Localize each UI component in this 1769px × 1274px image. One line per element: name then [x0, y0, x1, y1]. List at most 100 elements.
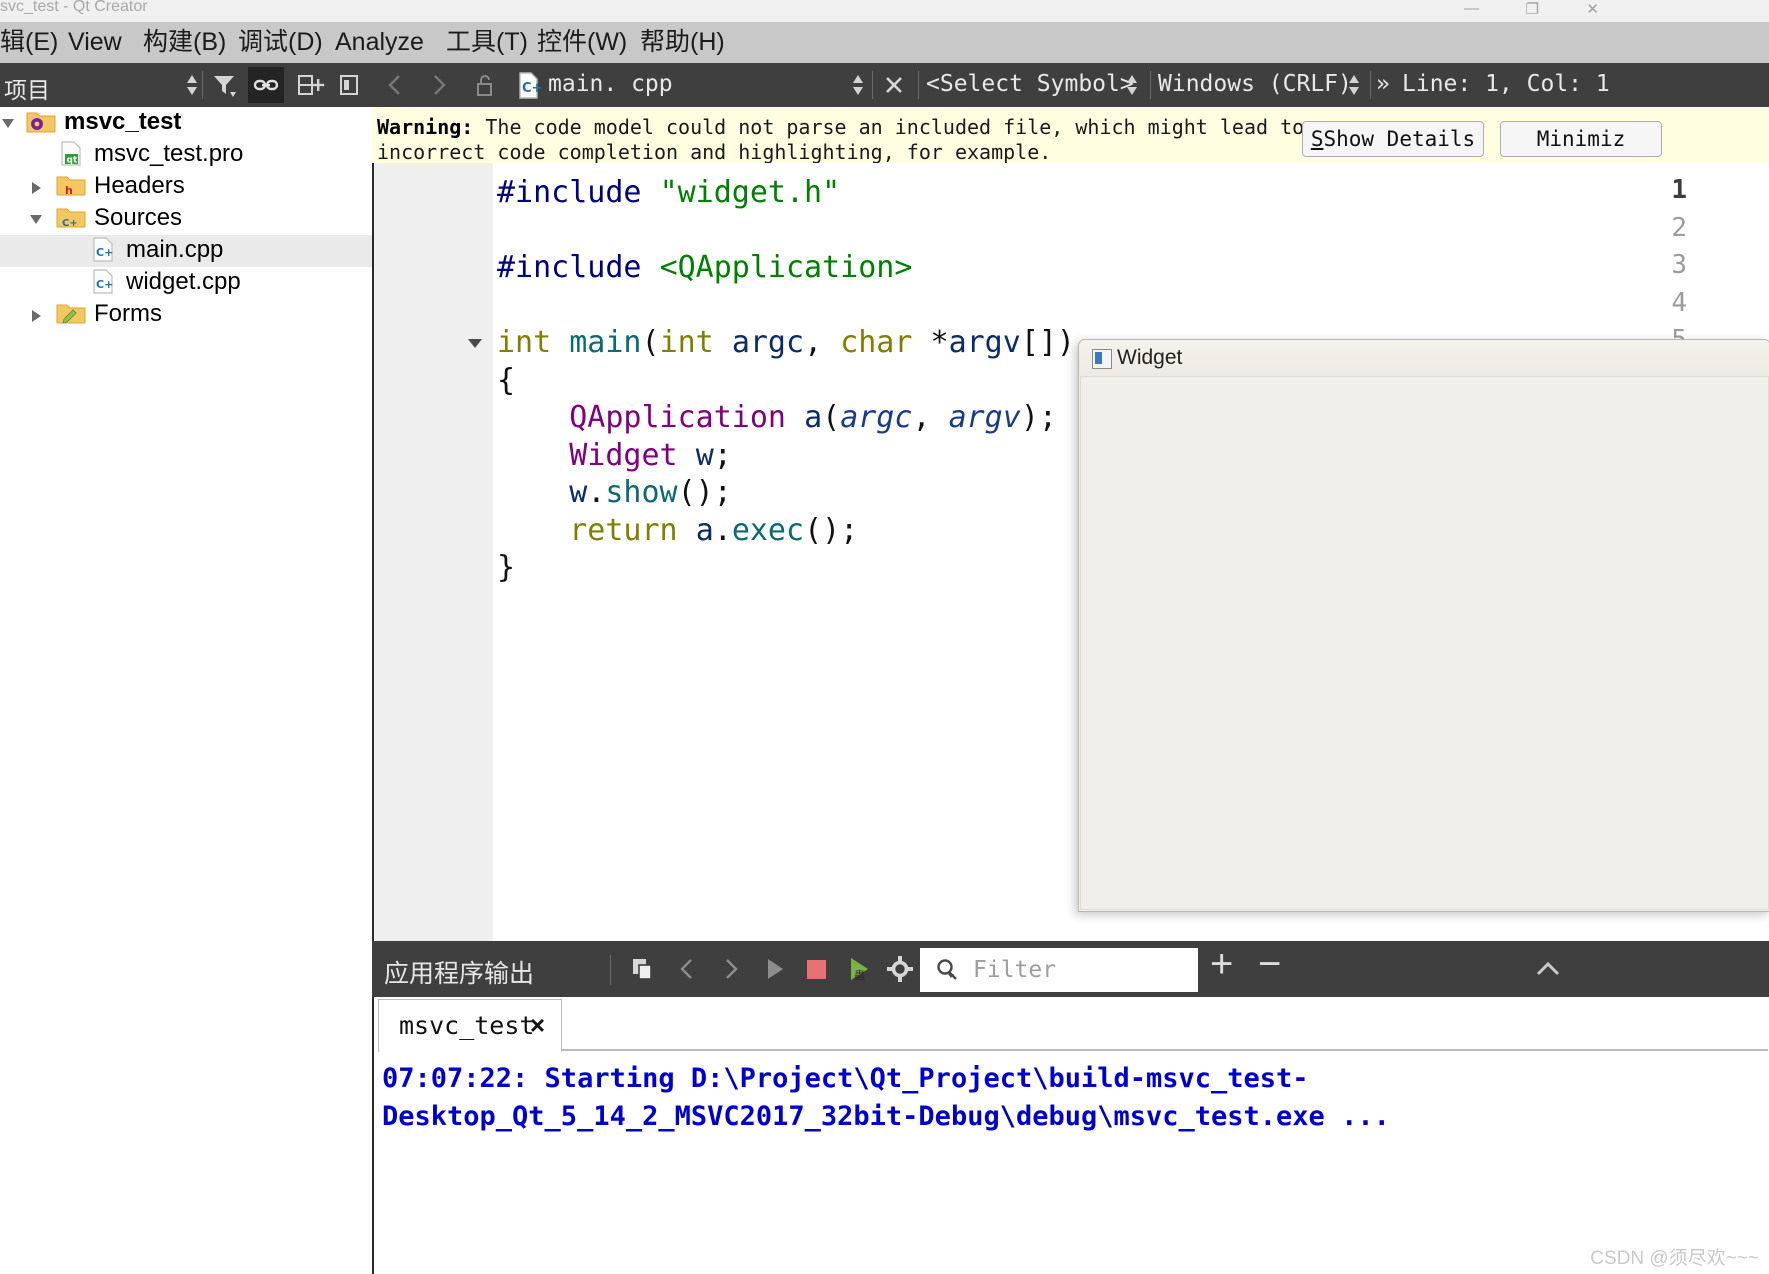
menu-view[interactable]: View — [68, 22, 122, 63]
close-document-icon[interactable] — [878, 69, 910, 101]
tree-item-msvc-test[interactable]: msvc_test — [0, 107, 372, 139]
menu-tools[interactable]: 工具(T) — [446, 22, 528, 63]
fold-toggle-icon[interactable] — [468, 339, 482, 348]
code-line[interactable]: w.show(); — [497, 475, 732, 510]
toolbar-overflow-button[interactable]: » — [1376, 71, 1390, 97]
code-line[interactable]: } — [497, 550, 515, 585]
close-split-icon[interactable] — [333, 69, 365, 101]
code-token — [497, 475, 569, 510]
output-filter-box[interactable]: Filter — [920, 948, 1198, 992]
menu-help[interactable]: 帮助(H) — [640, 22, 725, 63]
code-token: Widget — [569, 438, 677, 473]
nav-forward-icon[interactable] — [422, 69, 454, 101]
chevron-right-icon[interactable] — [32, 310, 41, 322]
line-ending-selector[interactable]: Windows (CRLF) — [1158, 71, 1352, 97]
menu-edit[interactable]: 辑(E) — [0, 22, 58, 63]
widget-window-titlebar[interactable]: Widget — [1079, 340, 1769, 376]
output-line: 07:07:22: Starting D:\Project\Qt_Project… — [382, 1063, 1309, 1094]
next-item-icon[interactable] — [714, 953, 746, 985]
code-token: w — [696, 438, 714, 473]
window-title: svc_test - Qt Creator — [0, 0, 148, 16]
svg-text:蟲: 蟲 — [854, 969, 865, 982]
code-model-warning-bar: Warning: The code model could not parse … — [372, 107, 1769, 164]
toolbar-separator — [1370, 71, 1371, 99]
chevron-up-icon[interactable] — [1532, 953, 1564, 985]
toolbar-separator — [872, 71, 873, 99]
chevron-down-icon[interactable] — [2, 119, 14, 128]
code-token: { — [497, 363, 515, 398]
code-line[interactable]: Widget w; — [497, 438, 732, 473]
chevron-right-icon[interactable] — [32, 182, 41, 194]
stop-icon[interactable] — [800, 953, 832, 985]
maximize-window-button[interactable]: ❐ — [1526, 0, 1539, 18]
prev-item-icon[interactable] — [672, 953, 704, 985]
qt-creator-window: svc_test - Qt Creator — ❐ ✕ 辑(E) View 构建… — [0, 0, 1769, 1274]
code-line[interactable]: QApplication a(argc, argv); — [497, 400, 1057, 435]
code-token: int — [660, 325, 714, 360]
code-token — [786, 400, 804, 435]
code-token: , — [912, 400, 948, 435]
code-token: . — [587, 475, 605, 510]
code-line[interactable]: #include "widget.h" — [497, 175, 840, 210]
add-output-button[interactable]: + — [1210, 944, 1233, 984]
tree-item-widget-cpp[interactable]: C+ widget.cpp — [0, 267, 372, 299]
close-window-button[interactable]: ✕ — [1586, 0, 1599, 18]
show-details-button[interactable]: SShow Details — [1302, 121, 1484, 157]
widget-application-window[interactable]: Widget — [1078, 339, 1769, 912]
settings-gear-icon[interactable] — [884, 953, 916, 985]
code-line[interactable]: #include <QApplication> — [497, 250, 912, 285]
remove-output-button[interactable]: − — [1258, 944, 1281, 984]
menu-build[interactable]: 构建(B) — [143, 22, 226, 63]
close-icon[interactable]: × — [530, 1010, 545, 1041]
line-ending-dropdown-icon[interactable] — [1338, 69, 1370, 101]
svg-text:C+: C+ — [62, 218, 78, 229]
copy-output-icon[interactable] — [626, 953, 658, 985]
link-icon[interactable] — [248, 67, 284, 103]
run-icon[interactable] — [758, 953, 790, 985]
tree-item-forms[interactable]: Forms — [0, 299, 372, 331]
tree-item-main-cpp[interactable]: C+ main.cpp — [0, 235, 372, 267]
cpp-file-icon: C+ — [512, 69, 544, 101]
line-number: 4 — [1627, 288, 1687, 318]
svg-text:C+: C+ — [96, 278, 113, 291]
nav-back-icon[interactable] — [380, 69, 412, 101]
line-number: 2 — [1627, 213, 1687, 243]
output-pane-title: 应用程序输出 — [384, 954, 534, 990]
code-token: main — [569, 325, 641, 360]
code-token — [497, 513, 569, 548]
code-line[interactable]: return a.exec(); — [497, 513, 858, 548]
search-icon — [933, 956, 961, 989]
toolbar-separator — [202, 71, 203, 99]
code-line[interactable]: { — [497, 363, 515, 398]
active-filename[interactable]: main. cpp — [548, 71, 673, 97]
code-token: int — [497, 325, 551, 360]
filename-dropdown-icon[interactable] — [842, 69, 874, 101]
application-output-pane: msvc_test × 07:07:22: Starting D:\Projec… — [372, 997, 1769, 1274]
code-token: show — [605, 475, 677, 510]
sort-updown-icon[interactable] — [176, 69, 208, 101]
code-token: . — [714, 513, 732, 548]
unlock-icon[interactable] — [468, 69, 500, 101]
chevron-down-icon[interactable] — [30, 215, 42, 224]
minimize-warning-button[interactable]: Minimiz — [1500, 121, 1662, 157]
project-selector[interactable]: 项目 — [4, 71, 50, 105]
code-token: argv — [949, 400, 1021, 435]
minimize-window-button[interactable]: — — [1464, 0, 1479, 17]
symbol-dropdown-icon[interactable] — [1116, 69, 1148, 101]
menu-debug[interactable]: 调试(D) — [238, 22, 323, 63]
tree-item-sources[interactable]: C+ Sources — [0, 203, 372, 235]
run-debug-icon[interactable]: 蟲 — [842, 953, 874, 985]
menu-analyze[interactable]: Analyze — [335, 22, 424, 63]
symbol-selector[interactable]: <Select Symbol> — [926, 71, 1134, 97]
code-token: argv — [949, 325, 1021, 360]
filter-icon[interactable] — [208, 69, 240, 101]
tree-item-msvc-test-pro[interactable]: qt msvc_test.pro — [0, 139, 372, 171]
output-tab-msvc-test[interactable]: msvc_test × — [378, 999, 562, 1052]
split-add-icon[interactable] — [293, 69, 325, 101]
cpp-file-icon: C+ — [90, 269, 118, 302]
code-line[interactable]: int main(int argc, char *argv[]) — [497, 325, 1075, 360]
code-token — [551, 325, 569, 360]
show-details-label: Show Details — [1323, 127, 1475, 151]
menu-widgets[interactable]: 控件(W) — [537, 22, 627, 63]
tree-item-headers[interactable]: h Headers — [0, 171, 372, 203]
